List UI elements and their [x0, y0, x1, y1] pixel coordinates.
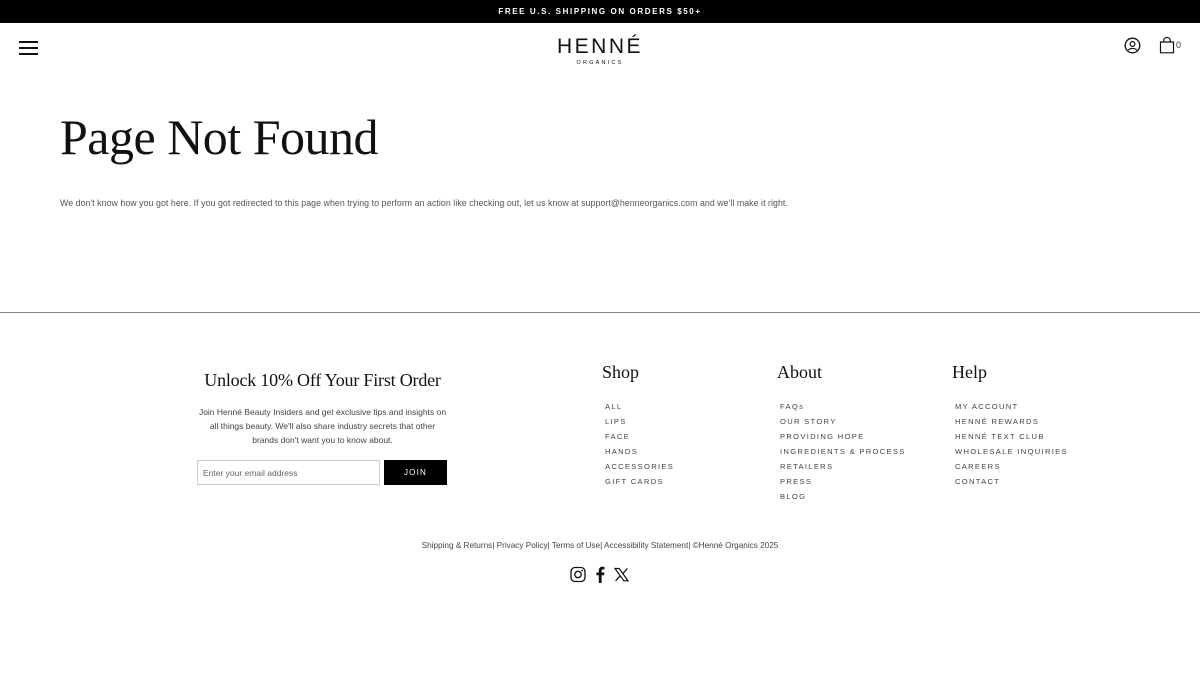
logo-sub-text: ORGANICS	[576, 60, 624, 66]
footer-link-blog[interactable]: BLOG	[780, 489, 906, 504]
legal-links: Shipping & Returns| Privacy Policy| Term…	[0, 541, 1200, 550]
footer-link-my-account[interactable]: MY ACCOUNT	[955, 399, 1068, 414]
footer-link-careers[interactable]: CAREERS	[955, 459, 1068, 474]
email-input[interactable]	[197, 460, 380, 485]
page-message: We don't know how you got here. If you g…	[60, 198, 788, 208]
footer-link-faqs[interactable]: FAQs	[780, 399, 906, 414]
footer-column-about: About FAQs OUR STORY PROVIDING HOPE INGR…	[777, 362, 906, 504]
shipping-returns-link[interactable]: Shipping & Returns	[422, 541, 493, 550]
footer-link-gift-cards[interactable]: GIFT CARDS	[605, 474, 674, 489]
logo[interactable]: HENNÉ ORGANICS	[540, 35, 660, 67]
page-title: Page Not Found	[60, 109, 379, 165]
menu-icon[interactable]	[19, 40, 38, 55]
footer-link-wholesale-inquiries[interactable]: WHOLESALE INQUIRIES	[955, 444, 1068, 459]
copyright-text: ©Henné Organics 2025	[692, 541, 779, 550]
social-links	[570, 566, 632, 584]
footer-link-retailers[interactable]: RETAILERS	[780, 459, 906, 474]
accessibility-statement-link[interactable]: Accessibility Statement	[604, 541, 688, 550]
cart-icon[interactable]	[1159, 36, 1175, 54]
footer-link-accessories[interactable]: ACCESSORIES	[605, 459, 674, 474]
footer-link-all[interactable]: ALL	[605, 399, 674, 414]
site-header: HENNÉ ORGANICS 0	[0, 23, 1200, 73]
account-icon[interactable]	[1124, 37, 1141, 54]
footer-divider	[0, 312, 1200, 313]
x-icon[interactable]	[614, 566, 630, 583]
newsletter-text: Join Henné Beauty Insiders and get exclu…	[198, 407, 447, 445]
logo-main-text: HENNÉ	[556, 35, 643, 58]
facebook-icon[interactable]	[594, 566, 610, 583]
footer-link-providing-hope[interactable]: PROVIDING HOPE	[780, 429, 906, 444]
footer-column-help: Help MY ACCOUNT HENNÉ REWARDS HENNÉ TEXT…	[952, 362, 1068, 489]
join-button[interactable]: JOIN	[384, 460, 447, 485]
newsletter-section: Unlock 10% Off Your First Order Join Hen…	[190, 370, 455, 447]
footer-link-face[interactable]: FACE	[605, 429, 674, 444]
footer-shop-title: Shop	[602, 362, 640, 382]
announcement-text: FREE U.S. SHIPPING ON ORDERS $50+	[498, 7, 702, 16]
footer-link-lips[interactable]: LIPS	[605, 414, 674, 429]
newsletter-form: JOIN	[197, 460, 447, 485]
privacy-policy-link[interactable]: Privacy Policy	[497, 541, 548, 550]
footer-link-henne-text-club[interactable]: HENNÉ TEXT CLUB	[955, 429, 1068, 444]
footer-link-henne-rewards[interactable]: HENNÉ REWARDS	[955, 414, 1068, 429]
announcement-bar: FREE U.S. SHIPPING ON ORDERS $50+	[0, 0, 1200, 23]
footer-link-press[interactable]: PRESS	[780, 474, 906, 489]
footer-help-title: Help	[952, 362, 987, 382]
cart-count: 0	[1176, 40, 1182, 50]
terms-of-use-link[interactable]: Terms of Use	[552, 541, 600, 550]
footer-link-hands[interactable]: HANDS	[605, 444, 674, 459]
footer-about-title: About	[777, 362, 822, 382]
footer-link-contact[interactable]: CONTACT	[955, 474, 1068, 489]
footer-link-our-story[interactable]: OUR STORY	[780, 414, 906, 429]
newsletter-title: Unlock 10% Off Your First Order	[204, 370, 441, 390]
instagram-icon[interactable]	[570, 566, 586, 583]
footer-link-ingredients-process[interactable]: INGREDIENTS & PROCESS	[780, 444, 906, 459]
footer-column-shop: Shop ALL LIPS FACE HANDS ACCESSORIES GIF…	[602, 362, 674, 489]
